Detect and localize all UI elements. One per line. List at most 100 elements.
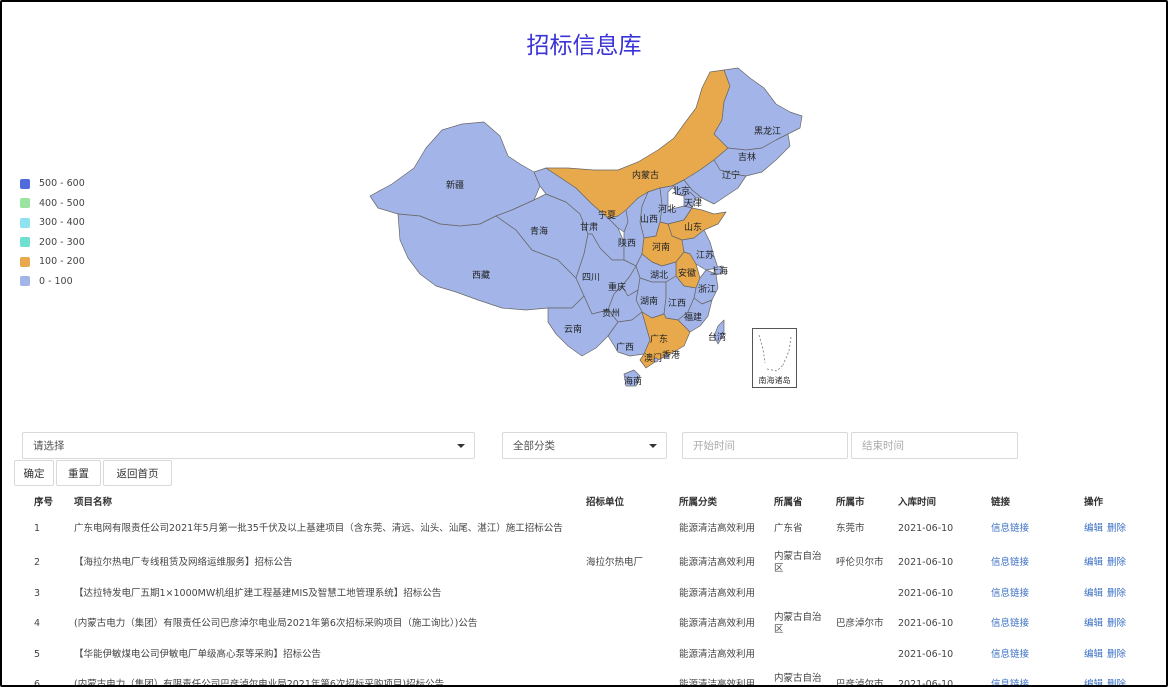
cell-name: 广东电网有限责任公司2021年5月第一批35千伏及以上基建项目（含东莞、清远、汕… <box>74 523 563 534</box>
cell-name: 【达拉特发电厂五期1×1000MW机组扩建工程基建MIS及智慧工地管理系统】招标… <box>74 587 442 599</box>
province-label: 河北 <box>658 203 676 215</box>
cell-no: 5 <box>34 648 41 660</box>
delete-link[interactable]: 删除 <box>1107 649 1126 660</box>
cell-date: 2021-06-10 <box>898 557 954 568</box>
delete-link[interactable]: 删除 <box>1107 679 1126 685</box>
category-select[interactable]: 全部分类 <box>502 432 667 459</box>
table-header-row: 序号 项目名称 招标单位 所属分类 所属省 所属市 入库时间 链接 操作 <box>20 490 1162 512</box>
province-label: 安徽 <box>678 267 696 279</box>
cell-category: 能源清洁高效利用 <box>679 587 756 599</box>
end-date-input[interactable]: 结束时间 <box>851 432 1018 459</box>
cell-city: 巴彦淖尔市 <box>836 618 884 629</box>
province-label: 西藏 <box>472 269 490 281</box>
edit-link[interactable]: 编辑 <box>1084 557 1103 568</box>
province-label: 北京 <box>672 185 690 197</box>
cell-city: 巴彦淖尔市 <box>836 679 884 687</box>
edit-link[interactable]: 编辑 <box>1084 618 1103 629</box>
legend-item[interactable]: 0 - 100 <box>20 272 85 292</box>
province-label: 福建 <box>684 311 702 323</box>
legend-swatch <box>20 217 30 228</box>
info-link[interactable]: 信息链接 <box>991 679 1029 685</box>
start-date-input[interactable]: 开始时间 <box>682 432 848 459</box>
legend-item[interactable]: 100 - 200 <box>20 252 85 272</box>
confirm-button[interactable]: 确定 <box>14 460 54 486</box>
china-map[interactable]: 新疆 西藏 青海 甘肃 内蒙古 黑龙江 吉林 辽宁 北京 天津 河北 山西 宁夏… <box>362 64 812 394</box>
cell-date: 2021-06-10 <box>898 648 954 660</box>
province-label: 河南 <box>652 241 670 253</box>
cell-no: 6 <box>34 679 41 687</box>
cell-category: 能源清洁高效利用 <box>679 523 756 534</box>
province-label: 澳门 <box>644 352 662 364</box>
legend-swatch <box>20 276 30 287</box>
column-header: 入库时间 <box>898 497 937 508</box>
region-select-value: 请选择 <box>33 440 65 452</box>
province-label: 陕西 <box>618 237 636 249</box>
legend-item[interactable]: 400 - 500 <box>20 194 85 214</box>
delete-link[interactable]: 删除 <box>1107 618 1126 629</box>
reset-button[interactable]: 重置 <box>56 460 101 486</box>
table-row: 3 【达拉特发电厂五期1×1000MW机组扩建工程基建MIS及智慧工地管理系统】… <box>20 580 1162 607</box>
delete-link[interactable]: 删除 <box>1107 523 1126 534</box>
province-label: 辽宁 <box>722 169 740 181</box>
bid-table: 序号 项目名称 招标单位 所属分类 所属省 所属市 入库时间 链接 操作 1 广… <box>20 490 1162 687</box>
inset-label: 南海诸岛 <box>758 376 791 385</box>
table-row: 5 【华能伊敏煤电公司伊敏电厂单级高心泵等采购】招标公告 能源清洁高效利用 20… <box>20 641 1162 668</box>
delete-link[interactable]: 删除 <box>1107 588 1126 599</box>
cell-name: (内蒙古电力（集团）有限责任公司巴彦淖尔电业局2021年第6次招标采购项目)招标… <box>74 679 445 687</box>
column-header: 项目名称 <box>74 497 113 508</box>
info-link[interactable]: 信息链接 <box>991 649 1029 660</box>
table-row: 6 (内蒙古电力（集团）有限责任公司巴彦淖尔电业局2021年第6次招标采购项目)… <box>20 668 1162 687</box>
column-header: 所属分类 <box>679 497 718 508</box>
column-header: 序号 <box>34 497 54 508</box>
cell-province <box>760 580 822 607</box>
legend-swatch <box>20 198 30 209</box>
province-label: 湖北 <box>650 270 668 281</box>
cell-unit <box>572 668 665 685</box>
info-link[interactable]: 信息链接 <box>991 618 1029 629</box>
province-label: 黑龙江 <box>754 125 781 137</box>
province-label: 湖南 <box>640 295 658 307</box>
chevron-down-icon <box>649 444 657 448</box>
app-frame: 招标信息库 500 - 600 400 - 500 300 - 400 200 … <box>0 0 1168 687</box>
cell-province: 广东省 <box>774 523 803 534</box>
cell-date: 2021-06-10 <box>898 587 954 599</box>
legend-item[interactable]: 300 - 400 <box>20 213 85 233</box>
south-china-sea-inset: 南海诸岛 <box>752 328 797 388</box>
cell-name: 【海拉尔热电厂专线租赁及网络运维服务】招标公告 <box>74 557 293 568</box>
province-label: 重庆 <box>608 281 626 293</box>
home-button[interactable]: 返回首页 <box>103 460 172 486</box>
legend-item[interactable]: 500 - 600 <box>20 174 85 194</box>
table-row: 1 广东电网有限责任公司2021年5月第一批35千伏及以上基建项目（含东莞、清远… <box>20 512 1162 546</box>
chevron-down-icon <box>457 444 465 448</box>
edit-link[interactable]: 编辑 <box>1084 679 1103 685</box>
column-header: 所属市 <box>836 497 865 508</box>
column-header: 招标单位 <box>586 497 625 508</box>
edit-link[interactable]: 编辑 <box>1084 649 1103 660</box>
province-label: 宁夏 <box>598 209 616 221</box>
cell-city <box>822 641 884 668</box>
edit-link[interactable]: 编辑 <box>1084 588 1103 599</box>
province-label: 海南 <box>624 375 642 387</box>
cell-name: (内蒙古电力（集团）有限责任公司巴彦淖尔电业局2021年第6次招标采购项目（施工… <box>74 618 478 629</box>
cell-date: 2021-06-10 <box>898 618 954 629</box>
cell-category: 能源清洁高效利用 <box>679 618 756 629</box>
province-label: 贵州 <box>602 307 620 319</box>
province-label: 吉林 <box>738 151 756 163</box>
region-select[interactable]: 请选择 <box>22 432 475 459</box>
legend-item[interactable]: 200 - 300 <box>20 233 85 253</box>
province-label: 天津 <box>684 198 702 209</box>
info-link[interactable]: 信息链接 <box>991 588 1029 599</box>
delete-link[interactable]: 删除 <box>1107 557 1126 568</box>
cell-unit <box>572 641 665 668</box>
province-label: 云南 <box>564 323 582 335</box>
cell-category: 能源清洁高效利用 <box>679 648 756 660</box>
province-label: 香港 <box>662 349 680 361</box>
cell-date: 2021-06-10 <box>898 679 954 687</box>
info-link[interactable]: 信息链接 <box>991 523 1029 534</box>
table-row: 2 【海拉尔热电厂专线租赁及网络运维服务】招标公告 海拉尔热电厂 能源清洁高效利… <box>20 546 1162 580</box>
legend-label: 300 - 400 <box>39 217 85 229</box>
cell-no: 1 <box>34 523 41 534</box>
edit-link[interactable]: 编辑 <box>1084 523 1103 534</box>
info-link[interactable]: 信息链接 <box>991 557 1029 568</box>
province-label: 青海 <box>530 225 548 237</box>
